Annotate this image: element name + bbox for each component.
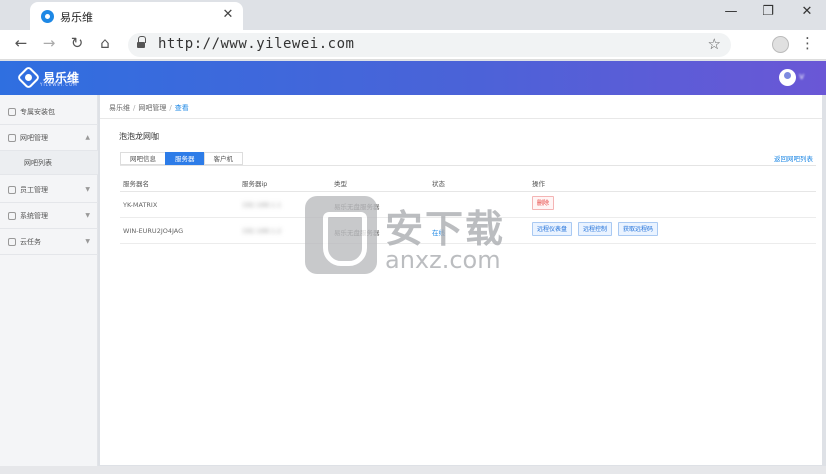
sidebar-item-install-package[interactable]: 专属安装包 — [0, 99, 98, 125]
reload-icon[interactable]: ↻ — [67, 34, 87, 52]
logo-subtitle: YILEWEI.COM — [40, 82, 78, 87]
divider — [120, 165, 816, 166]
get-remote-code-button[interactable]: 获取远程码 — [618, 222, 659, 236]
tab-title: 易乐维 — [60, 11, 93, 24]
sidebar-item-staff-manage[interactable]: 员工管理 ▼ — [0, 177, 98, 203]
sidebar-item-label: 云任务 — [20, 237, 41, 246]
app-header: 易乐维 YILEWEI.COM v — [0, 61, 826, 95]
sidebar-item-label: 系统管理 — [20, 211, 48, 220]
sidebar-item-label: 网吧管理 — [20, 133, 48, 142]
column-header: 服务器ip — [242, 180, 268, 188]
watermark-url: anxz.com — [385, 246, 501, 274]
gear-icon — [8, 211, 16, 220]
server-name: YK-MATRIX — [123, 201, 158, 209]
browser-tab[interactable]: 易乐维 ✕ — [30, 2, 243, 30]
browser-toolbar: ← → ↻ ⌂ http://www.yilewei.com ☆ ⋮ — [0, 30, 826, 60]
sidebar-item-netcafe-manage[interactable]: 网吧管理 ▲ — [0, 125, 98, 151]
cloud-icon — [8, 237, 16, 246]
main-content: 易乐维 / 网吧管理 / 查看 泡泡龙网咖 网吧信息 服务器 客户机 返回网吧列表 服务… — [100, 95, 822, 465]
minimize-icon[interactable]: — — [721, 4, 741, 19]
sidebar-item-label: 网吧列表 — [24, 158, 52, 167]
server-name: WIN-EURU2JO4JAG — [123, 227, 184, 235]
bottom-scroll-area — [0, 466, 826, 474]
forward-icon[interactable]: → — [39, 34, 59, 52]
page-title: 泡泡龙网咖 — [119, 132, 159, 141]
chevron-down-icon: ▼ — [85, 212, 90, 219]
breadcrumb-home[interactable]: 易乐维 — [109, 104, 130, 112]
breadcrumb-netcafe-manage[interactable]: 网吧管理 — [138, 104, 166, 112]
breadcrumb: 易乐维 / 网吧管理 / 查看 — [109, 104, 189, 112]
tab-list: 网吧信息 服务器 客户机 — [120, 152, 243, 165]
server-ip: 192.168.1.2 — [242, 227, 282, 235]
tab-client[interactable]: 客户机 — [203, 152, 243, 165]
browser-tab-bar: 易乐维 ✕ — ❐ ✕ — [0, 0, 826, 30]
remote-control-button[interactable]: 远程控制 — [578, 222, 613, 236]
column-header: 状态 — [432, 180, 445, 188]
bookmark-star-icon[interactable]: ☆ — [708, 35, 721, 53]
tab-server[interactable]: 服务器 — [165, 152, 205, 165]
close-tab-icon[interactable]: ✕ — [220, 7, 236, 22]
menu-dots-icon[interactable]: ⋮ — [800, 34, 815, 52]
url-text: http://www.yilewei.com — [158, 36, 355, 52]
breadcrumb-view: 查看 — [174, 104, 189, 112]
tab-netcafe-info[interactable]: 网吧信息 — [120, 152, 166, 165]
favicon-icon — [41, 10, 54, 23]
chevron-down-icon: ▼ — [85, 186, 90, 193]
server-ip: 192.168.1.1 — [242, 201, 282, 209]
shield-icon — [305, 196, 377, 274]
logo-icon — [16, 65, 41, 90]
window-close-icon[interactable]: ✕ — [797, 4, 817, 19]
sidebar-item-netcafe-list[interactable]: 网吧列表 — [0, 151, 98, 175]
column-header: 操作 — [532, 180, 545, 188]
watermark-text: 安下载 — [385, 207, 506, 251]
column-header: 服务器名 — [123, 180, 149, 188]
sidebar-item-system-manage[interactable]: 系统管理 ▼ — [0, 203, 98, 229]
back-icon[interactable]: ← — [11, 34, 31, 52]
back-to-list-link[interactable]: 返回网吧列表 — [774, 153, 813, 163]
lock-icon — [137, 36, 146, 49]
watermark: 安下载 anxz.com — [305, 196, 545, 276]
sidebar-item-label: 员工管理 — [20, 185, 48, 194]
netcafe-icon — [8, 133, 16, 142]
column-header: 类型 — [334, 180, 347, 188]
sidebar: 专属安装包 网吧管理 ▲ 网吧列表 员工管理 ▼ 系统管理 ▼ 云任务 ▼ — [0, 95, 98, 474]
sidebar-item-cloud-task[interactable]: 云任务 ▼ — [0, 229, 98, 255]
sidebar-item-label: 专属安装包 — [20, 107, 55, 116]
divider — [100, 118, 822, 119]
user-name[interactable]: v — [799, 72, 804, 82]
home-icon[interactable]: ⌂ — [95, 34, 115, 52]
table-header: 服务器名 服务器ip 类型 状态 操作 — [120, 174, 816, 192]
chevron-down-icon: ▼ — [85, 238, 90, 245]
chevron-up-icon: ▲ — [85, 134, 90, 141]
user-avatar[interactable] — [779, 69, 796, 86]
profile-icon[interactable] — [772, 36, 789, 53]
restore-icon[interactable]: ❐ — [758, 4, 778, 19]
address-bar[interactable]: http://www.yilewei.com ☆ — [128, 33, 731, 57]
staff-icon — [8, 185, 16, 194]
home-icon — [8, 107, 16, 116]
